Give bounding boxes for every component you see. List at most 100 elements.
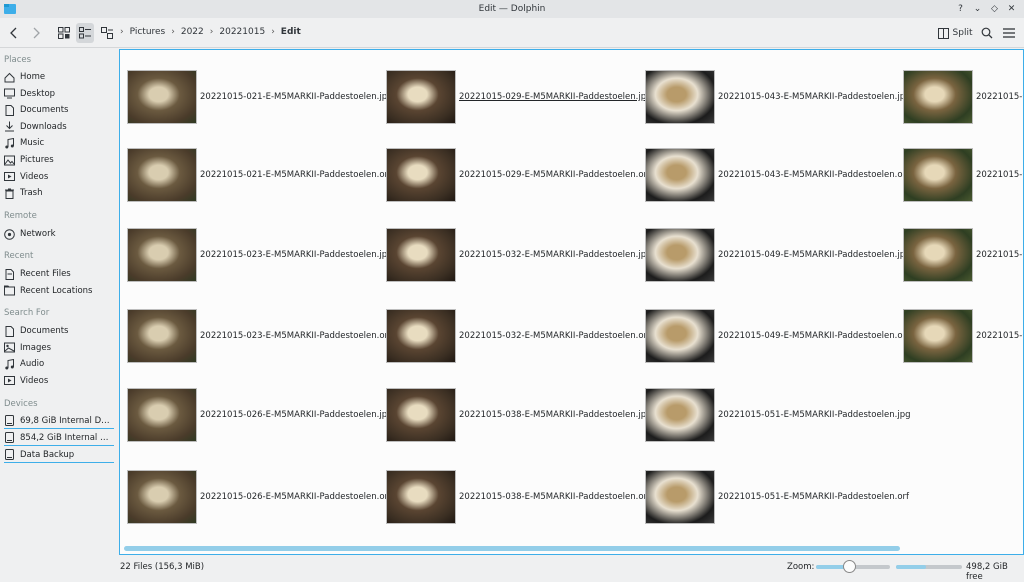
file-item[interactable]: 20221015-023-E-M5MARKII-Paddestoelen.orf xyxy=(127,309,391,363)
search-item-audio[interactable]: Audio xyxy=(4,356,114,372)
image-thumbnail[interactable] xyxy=(645,388,715,442)
image-thumbnail[interactable] xyxy=(127,470,197,524)
file-item[interactable]: 20221015-038-E-M5MARKII-Paddestoelen.orf xyxy=(386,470,650,524)
device-item-854-2-gib-internal-drive[interactable]: 854,2 GiB Internal Drive xyxy=(4,430,114,446)
compact-view-button[interactable] xyxy=(76,23,94,43)
sidebar-item-music[interactable]: Music xyxy=(4,135,114,151)
horizontal-scrollbar[interactable] xyxy=(124,546,900,551)
sidebar-item-documents[interactable]: Documents xyxy=(4,102,114,118)
image-thumbnail[interactable] xyxy=(386,309,456,363)
file-item[interactable]: 20221015-038-E-M5MARKII-Paddestoelen.jpg xyxy=(386,388,652,442)
image-thumbnail[interactable] xyxy=(903,148,973,202)
image-thumbnail[interactable] xyxy=(903,228,973,282)
file-item[interactable]: 20221015-026-E-M5MARKII-Paddestoelen.jpg xyxy=(127,388,393,442)
device-item-data-backup[interactable]: Data Backup xyxy=(4,447,114,463)
forward-button[interactable] xyxy=(28,23,44,43)
back-button[interactable] xyxy=(6,23,22,43)
file-item[interactable]: 20221015-049-E-M5MARKII-Paddestoelen.orf xyxy=(645,309,909,363)
file-item[interactable]: 20221015-051-E-M5MARKII-Paddestoelen.orf xyxy=(645,470,909,524)
split-button[interactable]: Split xyxy=(937,23,973,43)
file-item[interactable]: 20221015-029-E-M5MARKII-Paddestoelen.orf xyxy=(386,148,650,202)
sidebar-item-label: Network xyxy=(20,229,56,239)
sidebar-item-trash[interactable]: Trash xyxy=(4,185,114,201)
videos-icon xyxy=(4,171,15,182)
downloads-icon xyxy=(4,121,15,132)
search-item-documents[interactable]: Documents xyxy=(4,323,114,339)
image-thumbnail[interactable] xyxy=(386,388,456,442)
recent-files-icon xyxy=(4,268,15,280)
file-item[interactable]: 20221015-032-E-M5MARKII-Paddestoelen.jpg xyxy=(386,228,652,282)
file-item[interactable]: 20221015-021-E-M5MARKII-Paddestoelen.jpg xyxy=(127,70,393,124)
image-thumbnail[interactable] xyxy=(127,309,197,363)
file-item[interactable]: 20221015-05 xyxy=(903,228,1023,282)
image-thumbnail[interactable] xyxy=(127,70,197,124)
file-item[interactable]: 20221015-05 xyxy=(903,148,1023,202)
file-item[interactable]: 20221015-051-E-M5MARKII-Paddestoelen.jpg xyxy=(645,388,911,442)
sidebar-item-videos[interactable]: Videos xyxy=(4,169,114,185)
image-thumbnail[interactable] xyxy=(903,309,973,363)
search-item-images[interactable]: Images xyxy=(4,340,114,356)
file-item[interactable]: 20221015-023-E-M5MARKII-Paddestoelen.jpg xyxy=(127,228,393,282)
file-view[interactable]: 20221015-021-E-M5MARKII-Paddestoelen.jpg… xyxy=(119,49,1024,555)
image-thumbnail[interactable] xyxy=(645,70,715,124)
image-thumbnail[interactable] xyxy=(903,70,973,124)
sidebar-item-pictures[interactable]: Pictures xyxy=(4,152,114,168)
sidebar-item-label: Pictures xyxy=(20,155,54,165)
sidebar-item-label: Music xyxy=(20,138,45,149)
sidebar-item-label: Videos xyxy=(20,171,49,182)
sidebar-item-recent-files[interactable]: Recent Files xyxy=(4,266,114,282)
help-icon[interactable]: ? xyxy=(954,2,967,15)
file-name: 20221015-05 xyxy=(976,250,1023,260)
file-name: 20221015-049-E-M5MARKII-Paddestoelen.orf xyxy=(718,331,910,341)
file-item[interactable]: 20221015-026-E-M5MARKII-Paddestoelen.orf xyxy=(127,470,391,524)
recent-locations-icon xyxy=(4,285,15,296)
sidebar-item-desktop[interactable]: Desktop xyxy=(4,86,114,102)
breadcrumb-pictures[interactable]: Pictures xyxy=(126,27,170,37)
file-name: 20221015-026-E-M5MARKII-Paddestoelen.jpg xyxy=(200,410,393,420)
breadcrumb-2022[interactable]: 2022 xyxy=(177,27,208,37)
breadcrumb-20221015[interactable]: 20221015 xyxy=(215,27,269,37)
image-thumbnail[interactable] xyxy=(645,470,715,524)
status-summary: 22 Files (156,3 MiB) xyxy=(120,562,205,572)
sidebar-item-label: Videos xyxy=(20,375,49,386)
sidebar-item-network[interactable]: Network xyxy=(4,226,114,242)
image-thumbnail[interactable] xyxy=(127,388,197,442)
file-item[interactable]: 20221015-049-E-M5MARKII-Paddestoelen.jpg xyxy=(645,228,911,282)
file-item[interactable]: 20221015-05 xyxy=(903,70,1023,124)
sidebar-item-downloads[interactable]: Downloads xyxy=(4,119,114,135)
image-thumbnail[interactable] xyxy=(645,309,715,363)
image-thumbnail[interactable] xyxy=(127,148,197,202)
minimize-icon[interactable]: ⌄ xyxy=(971,2,984,15)
zoom-slider-handle[interactable] xyxy=(843,560,856,573)
search-button[interactable] xyxy=(979,23,995,43)
file-item[interactable]: 20221015-021-E-M5MARKII-Paddestoelen.orf xyxy=(127,148,391,202)
breadcrumb-separator-icon: › xyxy=(209,27,214,37)
image-thumbnail[interactable] xyxy=(386,70,456,124)
sidebar-item-label: Recent Files xyxy=(20,269,71,279)
image-thumbnail[interactable] xyxy=(645,228,715,282)
remote-header: Remote xyxy=(4,211,37,221)
maximize-icon[interactable]: ◇ xyxy=(988,2,1001,15)
file-item[interactable]: 20221015-043-E-M5MARKII-Paddestoelen.orf xyxy=(645,148,909,202)
device-item-69-8-gib-internal-drive[interactable]: 69,8 GiB Internal Drive xyxy=(4,413,114,429)
image-thumbnail[interactable] xyxy=(386,148,456,202)
icons-view-button[interactable] xyxy=(55,23,73,43)
file-name: 20221015-021-E-M5MARKII-Paddestoelen.jpg xyxy=(200,92,393,102)
file-item[interactable]: 20221015-029-E-M5MARKII-Paddestoelen.jpg xyxy=(386,70,652,124)
image-thumbnail[interactable] xyxy=(645,148,715,202)
breadcrumb-edit[interactable]: Edit xyxy=(277,27,305,37)
close-icon[interactable]: ✕ xyxy=(1005,2,1018,15)
file-item[interactable]: 20221015-05 xyxy=(903,309,1023,363)
menu-button[interactable] xyxy=(1001,23,1017,43)
file-item[interactable]: 20221015-043-E-M5MARKII-Paddestoelen.jpg xyxy=(645,70,911,124)
image-thumbnail[interactable] xyxy=(386,228,456,282)
search-item-videos[interactable]: Videos xyxy=(4,373,114,389)
sidebar-item-home[interactable]: Home xyxy=(4,69,114,85)
sidebar-item-recent-locations[interactable]: Recent Locations xyxy=(4,283,114,299)
details-view-button[interactable] xyxy=(98,23,116,43)
file-item[interactable]: 20221015-032-E-M5MARKII-Paddestoelen.orf xyxy=(386,309,650,363)
home-icon xyxy=(4,72,15,83)
image-thumbnail[interactable] xyxy=(127,228,197,282)
sidebar-item-label: Images xyxy=(20,342,52,353)
image-thumbnail[interactable] xyxy=(386,470,456,524)
